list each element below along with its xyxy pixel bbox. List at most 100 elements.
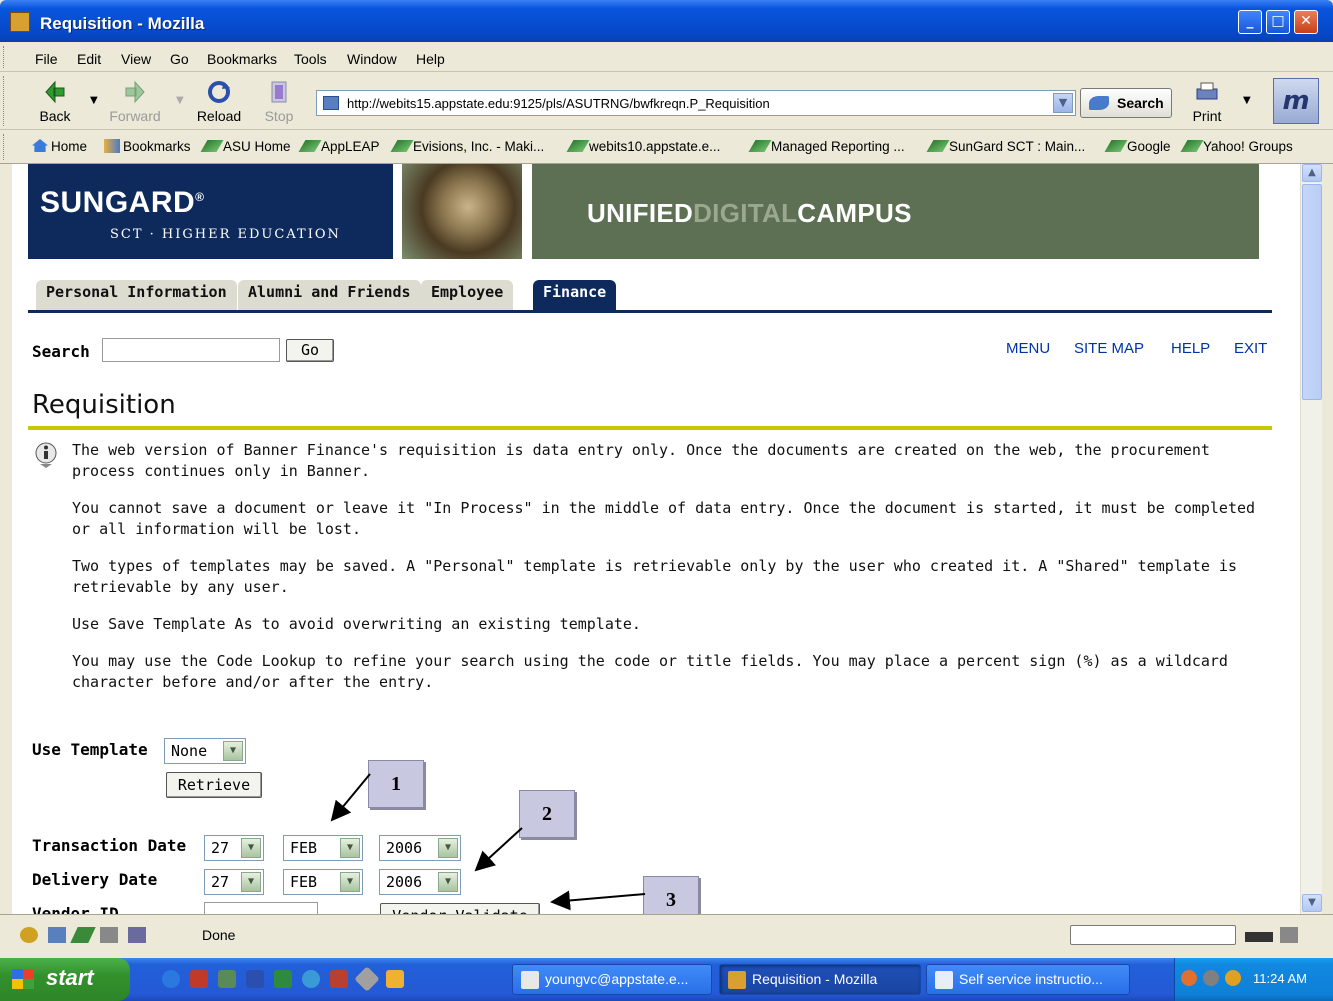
network-icon[interactable]: [1203, 970, 1219, 986]
users-icon[interactable]: [1225, 970, 1241, 986]
address-dropdown-icon[interactable]: ▼: [1053, 93, 1073, 113]
word-icon[interactable]: [246, 970, 264, 988]
internet-explorer-icon[interactable]: [162, 970, 180, 988]
vertical-scrollbar[interactable]: ▲ ▼: [1300, 164, 1322, 914]
task-self-service[interactable]: Self service instructio...: [926, 964, 1130, 995]
navigator-icon[interactable]: [20, 927, 38, 943]
vendor-id-input[interactable]: [204, 902, 318, 914]
chevron-down-icon[interactable]: ▼: [438, 872, 458, 892]
mozilla-throbber-icon[interactable]: m: [1273, 78, 1319, 124]
tab-finance[interactable]: Finance: [533, 280, 617, 310]
tab-personal-information[interactable]: Personal Information: [36, 280, 237, 310]
menu-tools[interactable]: Tools: [294, 51, 327, 67]
print-dropdown-icon[interactable]: ▼: [1243, 95, 1251, 106]
task-youngvc[interactable]: youngvc@appstate.e...: [512, 964, 712, 995]
menu-file[interactable]: File: [35, 51, 58, 67]
chevron-down-icon[interactable]: ▼: [223, 741, 243, 761]
template-select[interactable]: None ▼: [164, 738, 246, 764]
address-bar[interactable]: http://webits15.appstate.edu:9125/pls/AS…: [316, 90, 1076, 116]
forward-dropdown-icon[interactable]: ▼: [176, 95, 184, 106]
mail-icon[interactable]: [48, 927, 66, 943]
mozilla-quicklaunch-icon[interactable]: [190, 970, 208, 988]
address-book-icon[interactable]: [100, 927, 118, 943]
close-button[interactable]: ✕: [1294, 10, 1318, 34]
tab-alumni-and-friends[interactable]: Alumni and Friends: [238, 280, 421, 310]
transaction-day-select[interactable]: 27 ▼: [204, 835, 264, 861]
delivery-day-select[interactable]: 27 ▼: [204, 869, 264, 895]
bookmark-icon: [1104, 140, 1128, 152]
bookmark-bookmarks[interactable]: Bookmarks: [104, 139, 191, 154]
bookmark-webits10[interactable]: webits10.appstate.e...: [566, 139, 720, 154]
forward-button[interactable]: Forward: [108, 78, 162, 126]
scroll-thumb[interactable]: [1302, 184, 1322, 400]
windows-logo-icon: [12, 969, 34, 989]
clock[interactable]: 11:24 AM: [1253, 971, 1307, 986]
task-requisition-mozilla[interactable]: Requisition - Mozilla: [719, 964, 921, 995]
search-label: Search: [32, 342, 90, 361]
start-button[interactable]: start: [0, 958, 130, 1001]
toolbar-grip[interactable]: [3, 76, 7, 126]
chevron-down-icon[interactable]: ▼: [340, 872, 360, 892]
bookmark-appleap[interactable]: AppLEAP: [298, 139, 380, 154]
back-button[interactable]: Back: [28, 78, 82, 126]
search-button[interactable]: Search: [1080, 88, 1172, 118]
menu-help[interactable]: Help: [416, 51, 445, 67]
forward-arrow-icon: [125, 80, 145, 104]
bookmark-managed-reporting[interactable]: Managed Reporting ...: [748, 139, 905, 154]
bookmark-yahoo-groups[interactable]: Yahoo! Groups: [1180, 139, 1293, 154]
stop-button[interactable]: Stop: [252, 78, 306, 126]
search-input[interactable]: [102, 338, 280, 362]
tab-employee[interactable]: Employee: [421, 280, 514, 310]
transaction-year-select[interactable]: 2006 ▼: [379, 835, 461, 861]
menu-bookmarks[interactable]: Bookmarks: [207, 51, 277, 67]
chevron-down-icon[interactable]: ▼: [241, 838, 261, 858]
composer-icon[interactable]: [70, 927, 96, 943]
transaction-month-select[interactable]: FEB ▼: [283, 835, 363, 861]
menu-window[interactable]: Window: [347, 51, 397, 67]
info-icon: [35, 442, 57, 468]
vendor-validate-button[interactable]: Vendor Validate: [380, 903, 540, 914]
chat-icon[interactable]: [128, 927, 146, 943]
tool-icon[interactable]: [354, 966, 380, 992]
sungard-logo[interactable]: SUNGARD® SCT · HIGHER EDUCATION: [28, 164, 393, 259]
menu-link[interactable]: MENU: [1006, 340, 1050, 357]
outlook-icon[interactable]: [386, 970, 404, 988]
toolbar-grip[interactable]: [3, 134, 7, 160]
tray-chevron-icon[interactable]: [1181, 970, 1197, 986]
scroll-down-icon[interactable]: ▼: [1302, 894, 1322, 912]
toolbar-grip[interactable]: [3, 46, 7, 68]
go-button[interactable]: Go: [286, 339, 334, 362]
media-player-icon[interactable]: [302, 970, 320, 988]
bookmark-home[interactable]: Home: [32, 139, 87, 154]
minimize-button[interactable]: _: [1238, 10, 1262, 34]
home-icon: [32, 139, 48, 152]
chevron-down-icon[interactable]: ▼: [438, 838, 458, 858]
menu-go[interactable]: Go: [170, 51, 189, 67]
site-map-link[interactable]: SITE MAP: [1074, 340, 1144, 357]
bookmark-sungard-sct[interactable]: SunGard SCT : Main...: [926, 139, 1085, 154]
online-status-icon[interactable]: [1245, 932, 1273, 942]
excel-icon[interactable]: [274, 970, 292, 988]
maximize-button[interactable]: □: [1266, 10, 1290, 34]
mail-window-icon: [521, 971, 539, 989]
delivery-year-select[interactable]: 2006 ▼: [379, 869, 461, 895]
exit-link[interactable]: EXIT: [1234, 340, 1267, 357]
delivery-month-select[interactable]: FEB ▼: [283, 869, 363, 895]
scroll-up-icon[interactable]: ▲: [1302, 164, 1322, 182]
bookmark-asu-home[interactable]: ASU Home: [200, 139, 291, 154]
chevron-down-icon[interactable]: ▼: [340, 838, 360, 858]
bookmark-google[interactable]: Google: [1104, 139, 1171, 154]
mozilla-icon[interactable]: [330, 970, 348, 988]
back-dropdown-icon[interactable]: ▼: [90, 95, 98, 106]
menu-view[interactable]: View: [121, 51, 151, 67]
address-url[interactable]: http://webits15.appstate.edu:9125/pls/AS…: [347, 96, 770, 111]
chevron-down-icon[interactable]: ▼: [241, 872, 261, 892]
reload-button[interactable]: Reload: [192, 78, 246, 126]
help-link[interactable]: HELP: [1171, 340, 1210, 357]
menu-edit[interactable]: Edit: [77, 51, 101, 67]
bookmark-evisions[interactable]: Evisions, Inc. - Maki...: [390, 139, 544, 154]
app-quicklaunch-icon[interactable]: [218, 970, 236, 988]
security-lock-icon[interactable]: [1280, 927, 1298, 943]
print-button[interactable]: Print: [1180, 78, 1234, 126]
retrieve-button[interactable]: Retrieve: [166, 772, 262, 798]
